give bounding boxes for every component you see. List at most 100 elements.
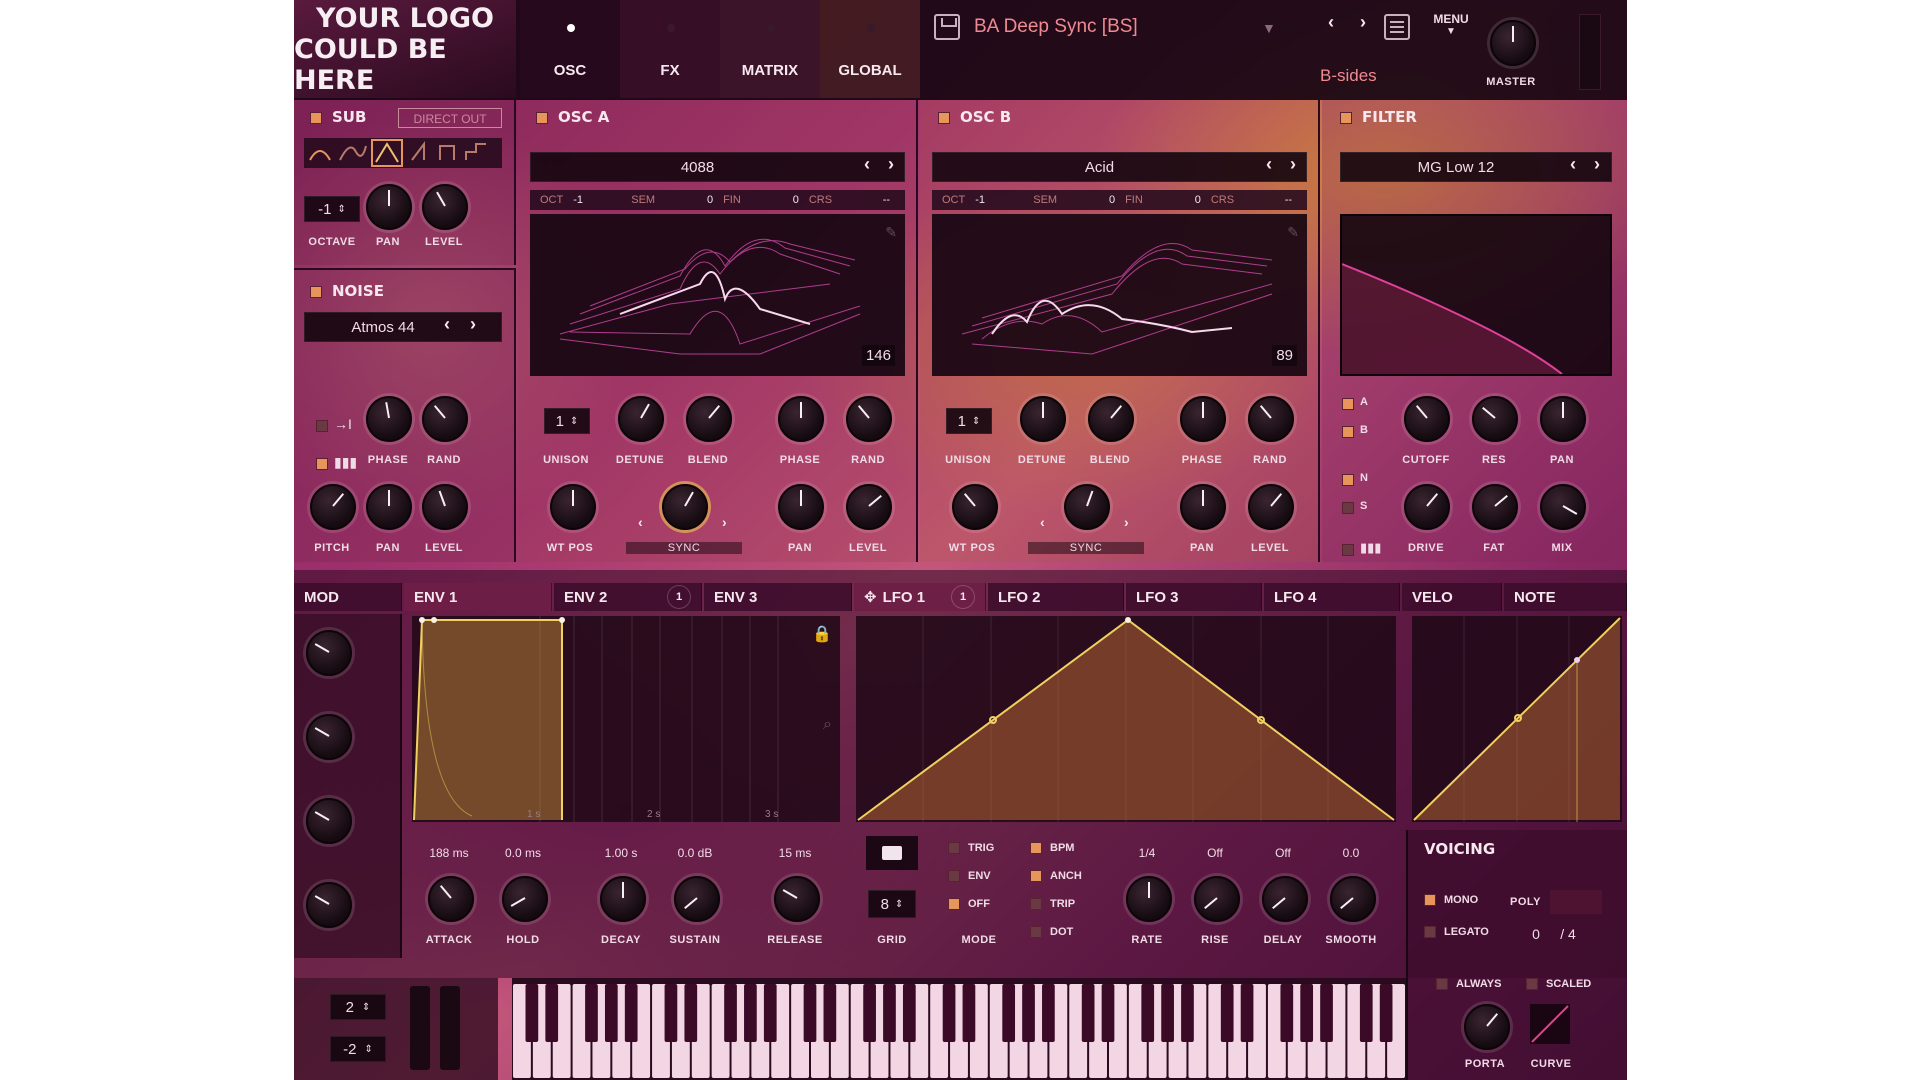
tab-env2[interactable]: ENV 2 1	[554, 583, 702, 611]
direct-out-toggle[interactable]: DIRECT OUT	[398, 108, 502, 128]
macro-knob-4[interactable]	[306, 882, 352, 928]
lfo-graph[interactable]	[856, 616, 1396, 822]
lfo-dot[interactable]: DOT	[1030, 926, 1073, 938]
black-key[interactable]	[604, 984, 618, 1042]
black-key[interactable]	[1181, 984, 1194, 1042]
lfo-preset-folder-button[interactable]	[866, 836, 918, 870]
lfo-mode-trig-checkbox[interactable]	[948, 842, 960, 854]
black-key[interactable]	[863, 984, 876, 1042]
env-attack-knob[interactable]	[428, 876, 474, 922]
piano-keyboard[interactable]	[512, 978, 1406, 1080]
filter-next-button[interactable]: ›	[1594, 154, 1600, 175]
lfo-mode-env-checkbox[interactable]	[948, 870, 960, 882]
preset-bank[interactable]: B-sides	[1320, 66, 1440, 88]
env-sustain-knob[interactable]	[674, 876, 720, 922]
pitch-bend-down-stepper[interactable]: -2 ⇕	[330, 1036, 386, 1062]
black-key[interactable]	[942, 984, 956, 1042]
prev-preset-button[interactable]: ‹	[1316, 12, 1346, 42]
black-key[interactable]	[1280, 984, 1294, 1042]
osc-b-blend-knob[interactable]	[1088, 396, 1134, 442]
sub-pan-knob[interactable]	[366, 184, 412, 230]
lfo-rate-knob[interactable]	[1126, 876, 1172, 922]
filter-mix-knob[interactable]	[1540, 484, 1586, 530]
next-preset-button[interactable]: ›	[1348, 12, 1378, 42]
black-key[interactable]	[902, 984, 916, 1042]
lfo-trip-checkbox[interactable]	[1030, 898, 1042, 910]
black-key[interactable]	[585, 984, 598, 1042]
filter-response-display[interactable]	[1340, 214, 1612, 376]
noise-next-button[interactable]: ›	[470, 314, 476, 335]
noise-pitch-knob[interactable]	[310, 484, 356, 530]
black-key[interactable]	[1141, 984, 1155, 1042]
black-key[interactable]	[525, 984, 539, 1042]
menu-button[interactable]: MENU ▼	[1422, 12, 1480, 46]
osc-b-wavetable-selector[interactable]: Acid	[932, 152, 1307, 182]
osc-b-fin-value[interactable]: 0	[1153, 194, 1201, 206]
osc-a-crs-value[interactable]: --	[842, 194, 890, 206]
master-knob[interactable]	[1490, 20, 1536, 66]
black-key[interactable]	[1359, 984, 1373, 1042]
edit-pencil-icon[interactable]: ✎	[885, 224, 897, 241]
filter-enable-checkbox[interactable]	[1340, 112, 1352, 124]
osc-b-next-button[interactable]: ›	[1290, 154, 1296, 175]
osc-a-sync-next-button[interactable]: ›	[722, 514, 727, 530]
osc-a-wavetable-display[interactable]: 146 ✎	[530, 214, 905, 376]
lfo-bpm-checkbox[interactable]	[1030, 842, 1042, 854]
porta-curve-display[interactable]	[1530, 1004, 1570, 1044]
filter-prev-button[interactable]: ‹	[1570, 154, 1576, 175]
preset-browser-button[interactable]	[1384, 14, 1410, 40]
osc-b-wavetable-display[interactable]: 89 ✎	[932, 214, 1307, 376]
osc-a-detune-knob[interactable]	[618, 396, 664, 442]
save-preset-button[interactable]	[934, 14, 960, 40]
black-key[interactable]	[1042, 984, 1055, 1042]
voicing-legato-checkbox[interactable]	[1424, 926, 1436, 938]
osc-a-wavetable-selector[interactable]: 4088	[530, 152, 905, 182]
osc-b-wtpos-knob[interactable]	[952, 484, 998, 530]
black-key[interactable]	[883, 984, 896, 1042]
osc-a-level-knob[interactable]	[846, 484, 892, 530]
lfo-trip[interactable]: TRIP	[1030, 898, 1075, 910]
black-key[interactable]	[664, 984, 678, 1042]
porta-scaled-checkbox[interactable]	[1526, 978, 1538, 990]
osc-a-sync-prev-button[interactable]: ‹	[638, 514, 643, 530]
tab-mod[interactable]: MOD	[294, 583, 402, 611]
osc-b-sem-value[interactable]: 0	[1067, 194, 1115, 206]
black-key[interactable]	[1101, 984, 1115, 1042]
osc-b-sync-prev-button[interactable]: ‹	[1040, 514, 1045, 530]
macro-knob-3[interactable]	[306, 798, 352, 844]
osc-a-sync-knob[interactable]	[662, 484, 708, 530]
black-key[interactable]	[624, 984, 638, 1042]
lfo-delay-knob[interactable]	[1262, 876, 1308, 922]
sub-octave-stepper[interactable]: -1 ⇕	[304, 196, 360, 222]
zoom-icon[interactable]: ⌕	[823, 716, 832, 734]
black-key[interactable]	[803, 984, 817, 1042]
sub-waveform-selector[interactable]	[304, 138, 502, 168]
filter-cutoff-knob[interactable]	[1404, 396, 1450, 442]
osc-b-pan-knob[interactable]	[1180, 484, 1226, 530]
filter-drive-knob[interactable]	[1404, 484, 1450, 530]
black-key[interactable]	[962, 984, 976, 1042]
noise-keytrack-checkbox[interactable]	[316, 420, 328, 432]
osc-b-unison-stepper[interactable]: 1 ⇕	[946, 408, 992, 434]
tab-osc[interactable]: OSC	[520, 0, 620, 98]
osc-b-sync-knob[interactable]	[1064, 484, 1110, 530]
osc-a-rand-knob[interactable]	[846, 396, 892, 442]
tab-matrix[interactable]: MATRIX	[720, 0, 820, 98]
osc-a-next-button[interactable]: ›	[888, 154, 894, 175]
osc-a-blend-knob[interactable]	[686, 396, 732, 442]
osc-a-pan-knob[interactable]	[778, 484, 824, 530]
osc-a-sem-value[interactable]: 0	[665, 194, 713, 206]
black-key[interactable]	[1081, 984, 1095, 1042]
osc-a-phase-knob[interactable]	[778, 396, 824, 442]
osc-a-prev-button[interactable]: ‹	[864, 154, 870, 175]
osc-b-detune-knob[interactable]	[1020, 396, 1066, 442]
tab-fx[interactable]: FX	[620, 0, 720, 98]
tab-note[interactable]: NOTE	[1504, 583, 1627, 611]
noise-prev-button[interactable]: ‹	[444, 314, 450, 335]
env-graph[interactable]: 1 s 2 s 3 s 🔒 ⌕	[412, 616, 840, 822]
black-key[interactable]	[823, 984, 837, 1042]
osc-a-fin-value[interactable]: 0	[751, 194, 799, 206]
osc-a-wtpos-knob[interactable]	[550, 484, 596, 530]
black-key[interactable]	[1320, 984, 1333, 1042]
lfo-mode-env[interactable]: ENV	[948, 870, 991, 882]
